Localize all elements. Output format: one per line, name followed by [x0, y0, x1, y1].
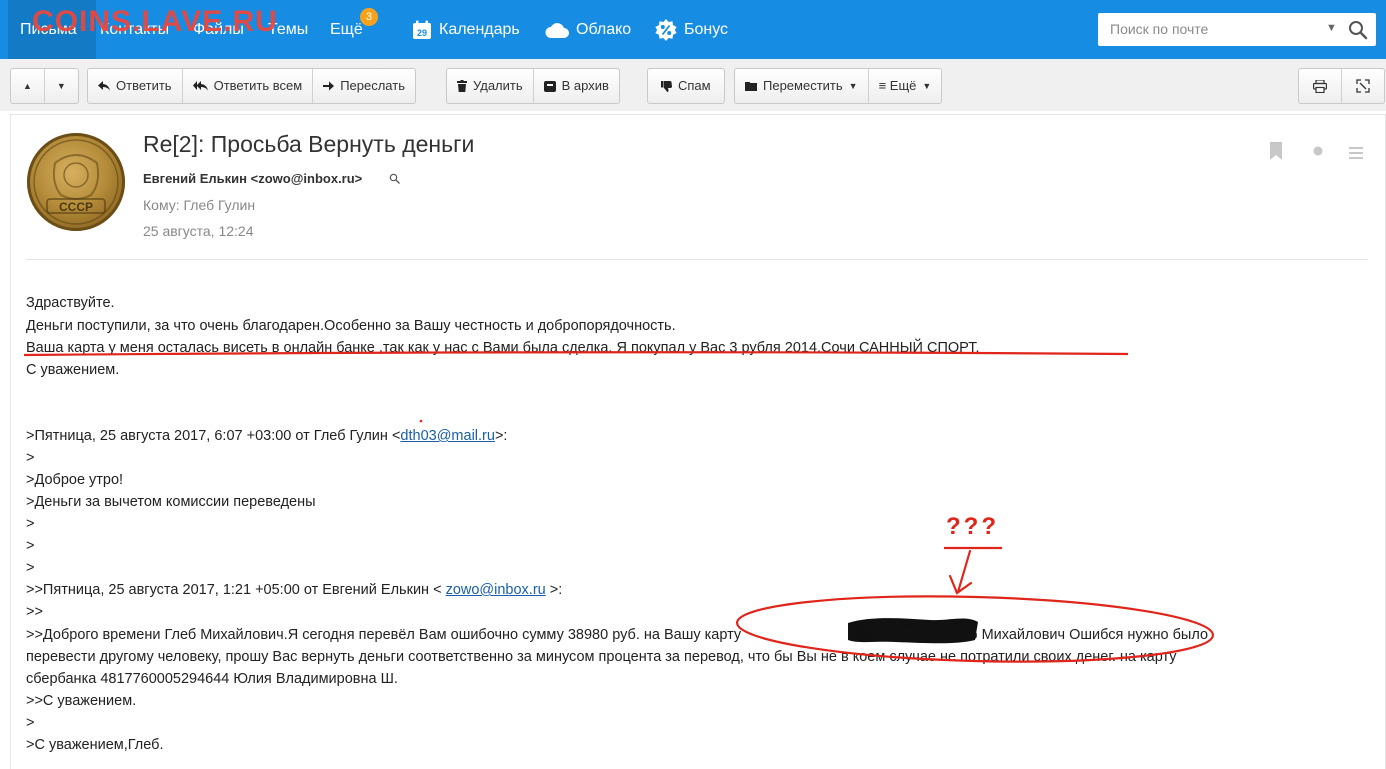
calendar-icon: 29 [413, 20, 431, 39]
mail-search-box: ▼ [1098, 13, 1376, 46]
quote2-p1-text: >>Доброго времени Глеб Михайлович.Я сего… [26, 627, 742, 643]
quote2-paragraph-line1: >>Доброго времени Глеб Михайлович.Я сего… [26, 627, 1208, 643]
reply-group: Ответить Ответить всем Переслать [87, 68, 416, 104]
question-marks-annotation: ??? [946, 513, 999, 540]
spam-button-label: Спам [678, 78, 711, 93]
message-recipient: Кому: Глеб Гулин [143, 197, 256, 213]
more-actions-label: ≡ Ещё [878, 78, 917, 93]
spam-button[interactable]: Спам [648, 69, 724, 103]
folder-icon [745, 82, 757, 91]
body-line-thanks: Деньги поступили, за что очень благодаре… [26, 318, 676, 334]
quote2-final-line: >С уважением,Глеб. [26, 737, 164, 753]
arrow-down-icon: ▼ [56, 81, 66, 91]
nav-bonus[interactable]: Бонус [655, 0, 728, 59]
move-more-group: Переместить ▼ ≡ Ещё ▼ [734, 68, 943, 104]
reply-button-label: Ответить [116, 78, 172, 93]
reply-all-button[interactable]: Ответить всем [183, 69, 314, 103]
menu-lines-icon[interactable] [1349, 146, 1363, 160]
next-message-button[interactable]: ▼ [45, 69, 78, 103]
search-icon[interactable] [1348, 20, 1368, 40]
nav-cloud[interactable]: Облако [545, 0, 631, 59]
message-subject: Re[2]: Просьба Вернуть деньги [143, 131, 475, 157]
navigate-group: ▲ ▼ [10, 68, 79, 104]
nav-cloud-label: Облако [576, 21, 632, 38]
archive-icon [543, 81, 556, 92]
arrow-up-icon: ▲ [23, 81, 32, 91]
quote2-paragraph-line2: перевести другому человеку, прошу Вас ве… [26, 649, 1177, 665]
bookmark-icon[interactable] [1268, 142, 1284, 160]
delete-button-label: Удалить [473, 78, 523, 93]
watermark-text: COINS.LAVE.RU [32, 5, 278, 38]
body-line-greeting: Здраствуйте. [26, 295, 115, 311]
quote2-closing: >>С уважением. [26, 693, 137, 709]
quote2-header-suffix: >: [545, 582, 563, 598]
top-navigation-bar: Письма Контакты Файлы Темы Ещё 3 COINS.L… [0, 0, 1386, 59]
search-options-caret-icon[interactable]: ▼ [1326, 22, 1337, 34]
quote1-header-suffix: >: [494, 428, 508, 444]
quote2-email-link[interactable]: zowo@inbox.ru [446, 582, 546, 598]
nav-more-badge: 3 [360, 8, 378, 26]
quote2-header: >>Пятница, 25 августа 2017, 1:21 +05:00 … [26, 582, 562, 598]
expand-arrows-icon [1356, 79, 1370, 93]
reply-all-icon [192, 81, 208, 91]
quote1-line: >Доброе утро! [26, 472, 124, 488]
forward-arrow-icon [323, 81, 335, 91]
cloud-icon [545, 22, 569, 38]
trash-icon [457, 80, 467, 92]
quote1-line: >Деньги за вычетом комиссии переведены [26, 494, 316, 510]
move-button[interactable]: Переместить ▼ [735, 69, 869, 103]
quote1-email-link[interactable]: dth03@mail.ru [400, 428, 495, 444]
nav-more-label: Ещё [330, 21, 363, 38]
message-sender[interactable]: Евгений Елькин <zowo@inbox.ru> [143, 171, 362, 186]
quote1-header: >Пятница, 25 августа 2017, 6:07 +03:00 о… [26, 428, 507, 444]
sender-avatar[interactable]: СССР [27, 133, 125, 231]
reply-icon [98, 81, 110, 91]
quote2-line: >> [26, 604, 43, 620]
archive-button[interactable]: В архив [534, 69, 619, 103]
forward-button[interactable]: Переслать [313, 69, 415, 103]
quote1-line: > [26, 516, 35, 532]
nav-calendar[interactable]: 29 Календарь [412, 0, 520, 59]
message-date: 25 августа, 12:24 [143, 223, 254, 239]
nav-more[interactable]: Ещё [330, 0, 363, 59]
expand-view-button[interactable] [1342, 69, 1384, 103]
quote2-p1-end-text: 1242 Гулин Глеб Михайлович Ошибся нужно … [867, 627, 1209, 643]
header-divider [26, 259, 1368, 260]
read-status-dot-icon[interactable] [1312, 145, 1324, 157]
calendar-day-number: 29 [417, 28, 427, 38]
reply-button[interactable]: Ответить [88, 69, 183, 103]
reply-all-button-label: Ответить всем [213, 78, 303, 93]
bonus-percent-icon [655, 18, 677, 41]
body-line-card: Ваша карта у меня осталась висеть в онла… [26, 340, 980, 356]
dropdown-caret-icon: ▼ [922, 81, 932, 91]
quote1-line: > [26, 538, 35, 554]
delete-button[interactable]: Удалить [447, 69, 534, 103]
spam-group: Спам [647, 68, 725, 104]
ussr-coin-image: СССР [33, 139, 119, 225]
nav-calendar-label: Календарь [439, 21, 520, 38]
quote2-paragraph-line3: сбербанка 4817760005294644 Юлия Владимир… [26, 671, 398, 687]
quote2-header-prefix: >>Пятница, 25 августа 2017, 1:21 +05:00 … [26, 582, 446, 598]
view-group [1298, 68, 1385, 104]
nav-bonus-label: Бонус [684, 21, 729, 38]
delete-archive-group: Удалить В архив [446, 68, 620, 104]
previous-message-button[interactable]: ▲ [11, 69, 45, 103]
archive-button-label: В архив [561, 78, 609, 93]
dropdown-caret-icon: ▼ [848, 81, 858, 91]
quote1-line: > [26, 450, 35, 466]
quote2-gt-line: > [26, 715, 35, 731]
move-button-label: Переместить [763, 78, 843, 93]
print-button[interactable] [1299, 69, 1342, 103]
quote1-line: > [26, 560, 35, 576]
forward-button-label: Переслать [340, 78, 405, 93]
sender-search-icon[interactable] [389, 173, 400, 184]
avatar-coin-text: СССР [59, 200, 93, 214]
message-toolbar: ▲ ▼ Ответить Ответить всем Переслать Уда… [0, 59, 1386, 111]
printer-icon [1313, 79, 1327, 93]
quote1-header-prefix: >Пятница, 25 августа 2017, 6:07 +03:00 о… [26, 428, 401, 444]
search-input[interactable] [1108, 20, 1312, 38]
more-actions-button[interactable]: ≡ Ещё ▼ [869, 69, 942, 103]
body-line-regards: С уважением. [26, 362, 120, 378]
thumbs-down-icon [661, 80, 672, 92]
